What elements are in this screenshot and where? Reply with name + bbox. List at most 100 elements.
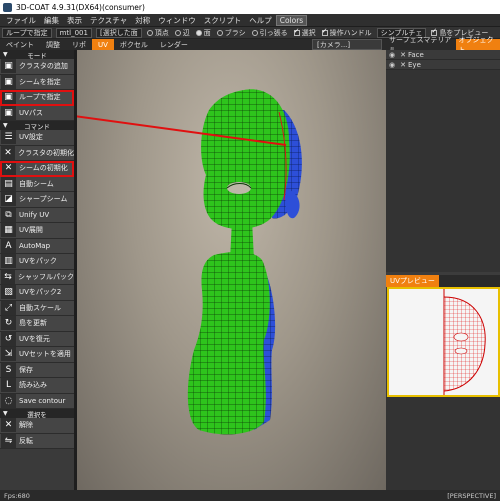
tool-label: UV展開: [19, 226, 43, 235]
tab-object[interactable]: オブジェクト: [455, 36, 500, 54]
tool-label: 島を更新: [19, 319, 47, 328]
menu-symmetry[interactable]: 対称: [131, 15, 154, 26]
tool-label: 自動シーム: [19, 179, 54, 188]
command-header[interactable]: ▼ コマンド: [0, 121, 74, 131]
tool-x[interactable]: ✕ クラスタの初期化: [0, 145, 74, 161]
option-brush[interactable]: ブラシ: [214, 28, 249, 38]
close-icon[interactable]: ✕: [398, 61, 408, 69]
camera-select[interactable]: [カメラ...]: [312, 39, 382, 50]
tool-invert[interactable]: ⇋ 反転: [0, 433, 74, 449]
tool-label: UVパス: [19, 108, 43, 117]
tool-shuffle[interactable]: ⇆ シャッフルパック: [0, 269, 74, 285]
scale-icon: ⤢: [1, 300, 16, 315]
checkbox-handle[interactable]: 操作ハンドル: [319, 27, 375, 38]
layer-row[interactable]: ◉ ✕ Eye: [386, 60, 500, 70]
radio-icon: [195, 29, 202, 36]
tool-save[interactable]: S 保存: [0, 362, 74, 378]
cube-icon: ▣: [1, 105, 16, 120]
fps-readout: Fps:680: [4, 491, 30, 500]
menu-texture[interactable]: テクスチャ: [86, 15, 131, 26]
menu-colors[interactable]: Colors: [275, 14, 308, 26]
checkbox-select[interactable]: 選択: [291, 27, 319, 38]
menu-script[interactable]: スクリプト: [200, 15, 246, 26]
eye-visibility-icon[interactable]: ◉: [386, 61, 398, 69]
cube-icon: ▣: [1, 59, 16, 74]
option-pull[interactable]: 引っ張る: [249, 28, 291, 38]
menu-file[interactable]: ファイル: [2, 15, 40, 26]
tool-label: 解除: [19, 421, 33, 430]
uv-layout-image: [443, 289, 486, 395]
tab-uv-preview[interactable]: UVプレビュー: [386, 275, 439, 287]
object-outliner: ◉ ✕ Face ◉ ✕ Eye: [386, 50, 500, 272]
tool-pack2[interactable]: ▧ UVをパック2: [0, 285, 74, 301]
contour-icon: ◌: [1, 393, 16, 408]
tab-sculpt[interactable]: 調整: [40, 39, 66, 50]
tool-label: Save contour: [19, 396, 66, 405]
layer-name: Eye: [408, 60, 421, 69]
tab-paint[interactable]: ペイント: [0, 39, 40, 50]
tool-label: クラスタの追加: [19, 62, 68, 71]
uv-preview-canvas[interactable]: [387, 287, 500, 397]
radio-icon: [251, 29, 258, 36]
tool-x[interactable]: ✕ 解除: [0, 418, 74, 434]
x-icon: ✕: [1, 145, 16, 160]
restore-icon: ↺: [1, 331, 16, 346]
unwrap-icon: ▦: [1, 223, 16, 238]
tool-cube[interactable]: ▣ ループで指定: [0, 90, 74, 106]
eye-visibility-icon[interactable]: ◉: [386, 51, 398, 59]
tool-refresh[interactable]: ↻ 島を更新: [0, 316, 74, 332]
x-icon: ✕: [1, 161, 16, 176]
tool-unify[interactable]: ⧉ Unify UV: [0, 207, 74, 223]
tool-unwrap[interactable]: ▦ UV展開: [0, 223, 74, 239]
tool-settings[interactable]: ☰ UV設定: [0, 130, 74, 146]
menu-window[interactable]: ウィンドウ: [154, 15, 200, 26]
tool-auto-seam[interactable]: ▤ 自動シーム: [0, 176, 74, 192]
right-bottom-panel: [386, 397, 500, 497]
select-header[interactable]: ▼ 選択を: [0, 409, 74, 419]
tool-cube[interactable]: ▣ UVパス: [0, 105, 74, 121]
menu-view[interactable]: 表示: [63, 15, 86, 26]
tool-sharp-seam[interactable]: ◪ シャープシーム: [0, 192, 74, 208]
tool-contour[interactable]: ◌ Save contour: [0, 393, 74, 409]
tab-voxel[interactable]: ボクセル: [114, 39, 154, 50]
tool-cube[interactable]: ▣ クラスタの追加: [0, 59, 74, 75]
tool-pack[interactable]: ▥ UVをパック: [0, 254, 74, 270]
save-icon: S: [1, 362, 16, 377]
settings-icon: ☰: [1, 130, 16, 145]
tool-label: シャッフルパック: [18, 272, 74, 281]
tool-cube[interactable]: ▣ シームを指定: [0, 74, 74, 90]
material-select[interactable]: mtl_001: [55, 27, 92, 38]
tab-render[interactable]: レンダー: [154, 39, 194, 50]
tab-retopo[interactable]: リポ: [66, 39, 92, 50]
tab-surface-material[interactable]: サーフェスマテリアル: [386, 36, 456, 54]
viewport-divider: [74, 50, 77, 490]
tool-apply[interactable]: ⇲ UVセットを適用: [0, 347, 74, 363]
mode-select[interactable]: ループで指定: [2, 27, 52, 38]
selected-faces-select[interactable]: [選択した面: [95, 27, 142, 38]
menu-bar: ファイル 編集 表示 テクスチャ 対称 ウィンドウ スクリプト ヘルプ Colo…: [0, 14, 500, 27]
unify-icon: ⧉: [1, 207, 16, 222]
menu-edit[interactable]: 編集: [40, 15, 63, 26]
tool-automap[interactable]: A AutoMap: [0, 238, 74, 254]
tool-restore[interactable]: ↺ UVを復元: [0, 331, 74, 347]
view-mode-label: [PERSPECTIVE]: [447, 491, 496, 500]
tool-load[interactable]: L 読み込み: [0, 378, 74, 394]
option-vertex[interactable]: 頂点: [144, 28, 172, 38]
pack2-icon: ▧: [1, 285, 16, 300]
right-panel-tabs: サーフェスマテリアル オブジェクト: [386, 36, 500, 54]
tool-x[interactable]: ✕ シームの初期化: [0, 161, 74, 177]
option-edge[interactable]: 辺: [172, 28, 193, 38]
tool-scale[interactable]: ⤢ 自動スケール: [0, 300, 74, 316]
room-tabs: ペイント 調整 リポ UV ボクセル レンダー [カメラ...]: [0, 39, 386, 50]
menu-help[interactable]: ヘルプ: [245, 15, 276, 26]
3d-viewport[interactable]: [74, 50, 386, 490]
mode-header[interactable]: ▼ モード: [0, 50, 74, 60]
app-logo-icon: [3, 2, 12, 12]
cube-icon: ▣: [1, 90, 16, 105]
layer-row[interactable]: ◉ ✕ Face: [386, 50, 500, 60]
option-face[interactable]: 面: [193, 28, 214, 38]
tool-label: AutoMap: [19, 241, 51, 250]
x-icon: ✕: [1, 418, 16, 433]
tab-uv[interactable]: UV: [92, 39, 114, 50]
close-icon[interactable]: ✕: [398, 51, 408, 59]
